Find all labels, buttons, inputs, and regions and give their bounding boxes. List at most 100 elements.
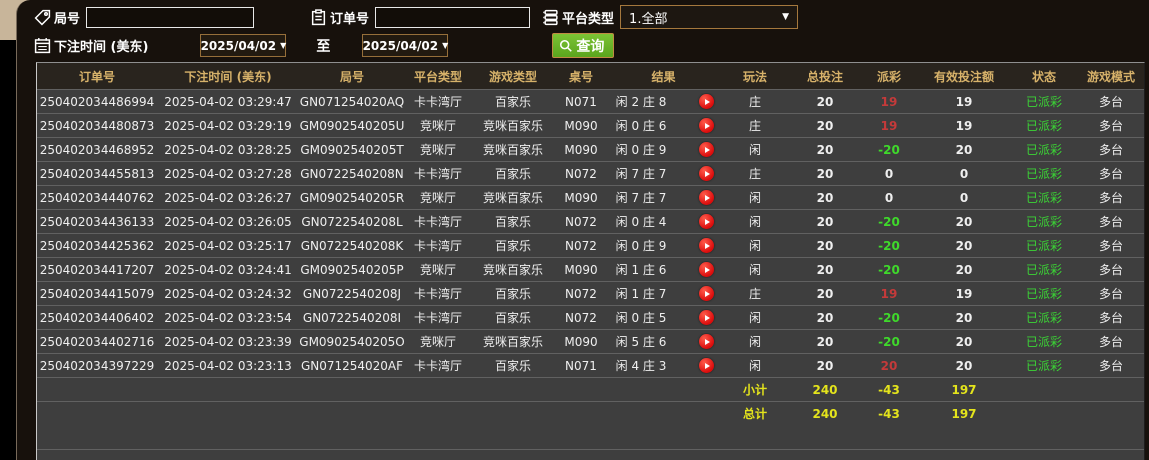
replay-play-button[interactable] xyxy=(699,214,714,229)
bet-records-table: 订单号 下注时间 (美东) 局号 平台类型 游戏类型 桌号 结果 玩法 总投注 派彩 有效投注额 状态… xyxy=(36,62,1145,460)
cell-round-no: GN071254020AQ xyxy=(299,94,405,109)
cell-payout: -20 xyxy=(878,310,900,325)
cell-order-no: 250402034402716 xyxy=(39,334,155,349)
result-text: 闲 0 庄 9 xyxy=(615,143,667,157)
search-icon xyxy=(560,39,573,52)
query-button[interactable]: 查询 xyxy=(552,33,615,58)
replay-play-button[interactable] xyxy=(699,238,714,253)
cell-platform-type: 卡卡湾厅 xyxy=(413,167,462,181)
play-icon xyxy=(705,338,710,345)
cell-result: 闲 0 庄 5 xyxy=(607,309,720,326)
date-to-picker[interactable]: 2025/04/02 ▼ xyxy=(362,34,449,57)
cell-result: 闲 0 庄 9 xyxy=(607,237,720,254)
cell-game-type: 百家乐 xyxy=(494,311,531,325)
cell-platform-type: 竞咪厅 xyxy=(419,335,456,349)
replay-play-button[interactable] xyxy=(699,310,714,325)
cell-payout: 0 xyxy=(884,166,894,181)
cell-status: 已派彩 xyxy=(1025,167,1062,181)
cell-table-no: M090 xyxy=(564,262,598,277)
cell-bet-type: 庄 xyxy=(748,167,761,181)
cell-total-bet: 20 xyxy=(816,142,834,157)
cell-payout: -20 xyxy=(878,238,900,253)
cell-valid-bet: 20 xyxy=(955,358,973,373)
chevron-down-icon: ▼ xyxy=(280,41,287,50)
date-to-value: 2025/04/02 xyxy=(362,38,439,53)
chevron-down-icon: ▼ xyxy=(782,12,790,22)
cell-game-type: 竞咪百家乐 xyxy=(482,263,543,277)
cell-total-bet: 20 xyxy=(816,94,834,109)
cell-result: 闲 1 庄 7 xyxy=(607,285,720,302)
cell-result: 闲 0 庄 4 xyxy=(607,213,720,230)
filter-bar: 局号 订单号 平台类型 1.全部 ▼ 下注时间 (美东) 2025/04/02 … xyxy=(17,0,1149,61)
cell-round-no: GN0722540208L xyxy=(301,214,403,229)
cell-result: 闲 1 庄 6 xyxy=(607,261,720,278)
cell-bet-time: 2025-04-02 03:26:05 xyxy=(164,214,292,229)
cell-table-no: M090 xyxy=(564,118,598,133)
replay-play-button[interactable] xyxy=(699,286,714,301)
cell-round-no: GN0722540208N xyxy=(300,166,404,181)
cell-game-mode: 多台 xyxy=(1098,239,1123,253)
order-no-input[interactable] xyxy=(375,6,531,28)
cell-result: 闲 2 庄 8 xyxy=(607,93,720,110)
column-header: 下注时间 (美东) xyxy=(184,69,272,84)
column-header: 局号 xyxy=(339,69,364,84)
total-bet-sum: 240 xyxy=(812,406,838,421)
replay-play-button[interactable] xyxy=(699,190,714,205)
cell-game-mode: 多台 xyxy=(1098,119,1123,133)
replay-play-button[interactable] xyxy=(699,166,714,181)
cell-valid-bet: 20 xyxy=(955,238,973,253)
result-text: 闲 2 庄 8 xyxy=(615,95,667,109)
cell-total-bet: 20 xyxy=(816,190,834,205)
cell-bet-time: 2025-04-02 03:25:17 xyxy=(164,238,292,253)
cell-game-mode: 多台 xyxy=(1098,359,1123,373)
cell-total-bet: 20 xyxy=(816,166,834,181)
cell-payout: -20 xyxy=(878,214,900,229)
table-row: 250402034402716 2025-04-02 03:23:39 GM09… xyxy=(37,329,1144,353)
round-no-input[interactable] xyxy=(86,6,255,28)
replay-play-button[interactable] xyxy=(699,142,714,157)
replay-play-button[interactable] xyxy=(699,262,714,277)
chevron-down-icon: ▼ xyxy=(442,41,449,50)
column-header: 平台类型 xyxy=(413,69,462,84)
cell-payout: 0 xyxy=(884,190,894,205)
total-bet-sum: 240 xyxy=(812,382,838,397)
date-from-picker[interactable]: 2025/04/02 ▼ xyxy=(200,34,287,57)
cell-order-no: 250402034440762 xyxy=(39,190,155,205)
cell-bet-time: 2025-04-02 03:23:54 xyxy=(164,310,292,325)
cell-bet-type: 庄 xyxy=(748,95,761,109)
platform-type-label: 平台类型 xyxy=(562,11,615,27)
replay-play-button[interactable] xyxy=(699,358,714,373)
main-panel: 局号 订单号 平台类型 1.全部 ▼ 下注时间 (美东) 2025/04/02 … xyxy=(16,0,1149,460)
column-header: 总投注 xyxy=(806,69,843,84)
cell-bet-time: 2025-04-02 03:29:47 xyxy=(164,94,292,109)
list-icon xyxy=(542,9,559,26)
cell-platform-type: 竞咪厅 xyxy=(419,263,456,277)
platform-type-select[interactable]: 1.全部 ▼ xyxy=(620,5,799,29)
play-icon xyxy=(705,290,710,297)
cell-bet-time: 2025-04-02 03:24:32 xyxy=(164,286,292,301)
cell-status: 已派彩 xyxy=(1025,191,1062,205)
play-icon xyxy=(705,314,710,321)
result-text: 闲 1 庄 7 xyxy=(615,287,667,301)
cell-bet-type: 闲 xyxy=(748,239,761,253)
cell-bet-type: 闲 xyxy=(748,263,761,277)
total-row-label: 小计 xyxy=(742,383,767,397)
cell-status: 已派彩 xyxy=(1025,215,1062,229)
calendar-icon xyxy=(34,37,51,54)
column-header: 状态 xyxy=(1031,69,1056,84)
cell-order-no: 250402034455813 xyxy=(39,166,155,181)
cell-game-type: 竞咪百家乐 xyxy=(482,143,543,157)
cell-status: 已派彩 xyxy=(1025,311,1062,325)
cell-result: 闲 7 庄 7 xyxy=(607,165,720,182)
replay-play-button[interactable] xyxy=(699,118,714,133)
date-from-value: 2025/04/02 xyxy=(200,38,277,53)
cell-table-no: N072 xyxy=(565,166,597,181)
cell-status: 已派彩 xyxy=(1025,95,1062,109)
replay-play-button[interactable] xyxy=(699,94,714,109)
replay-play-button[interactable] xyxy=(699,334,714,349)
result-text: 闲 4 庄 3 xyxy=(615,359,667,373)
cell-valid-bet: 20 xyxy=(955,334,973,349)
cell-order-no: 250402034480873 xyxy=(39,118,155,133)
cell-status: 已派彩 xyxy=(1025,239,1062,253)
column-header: 游戏模式 xyxy=(1086,69,1135,84)
